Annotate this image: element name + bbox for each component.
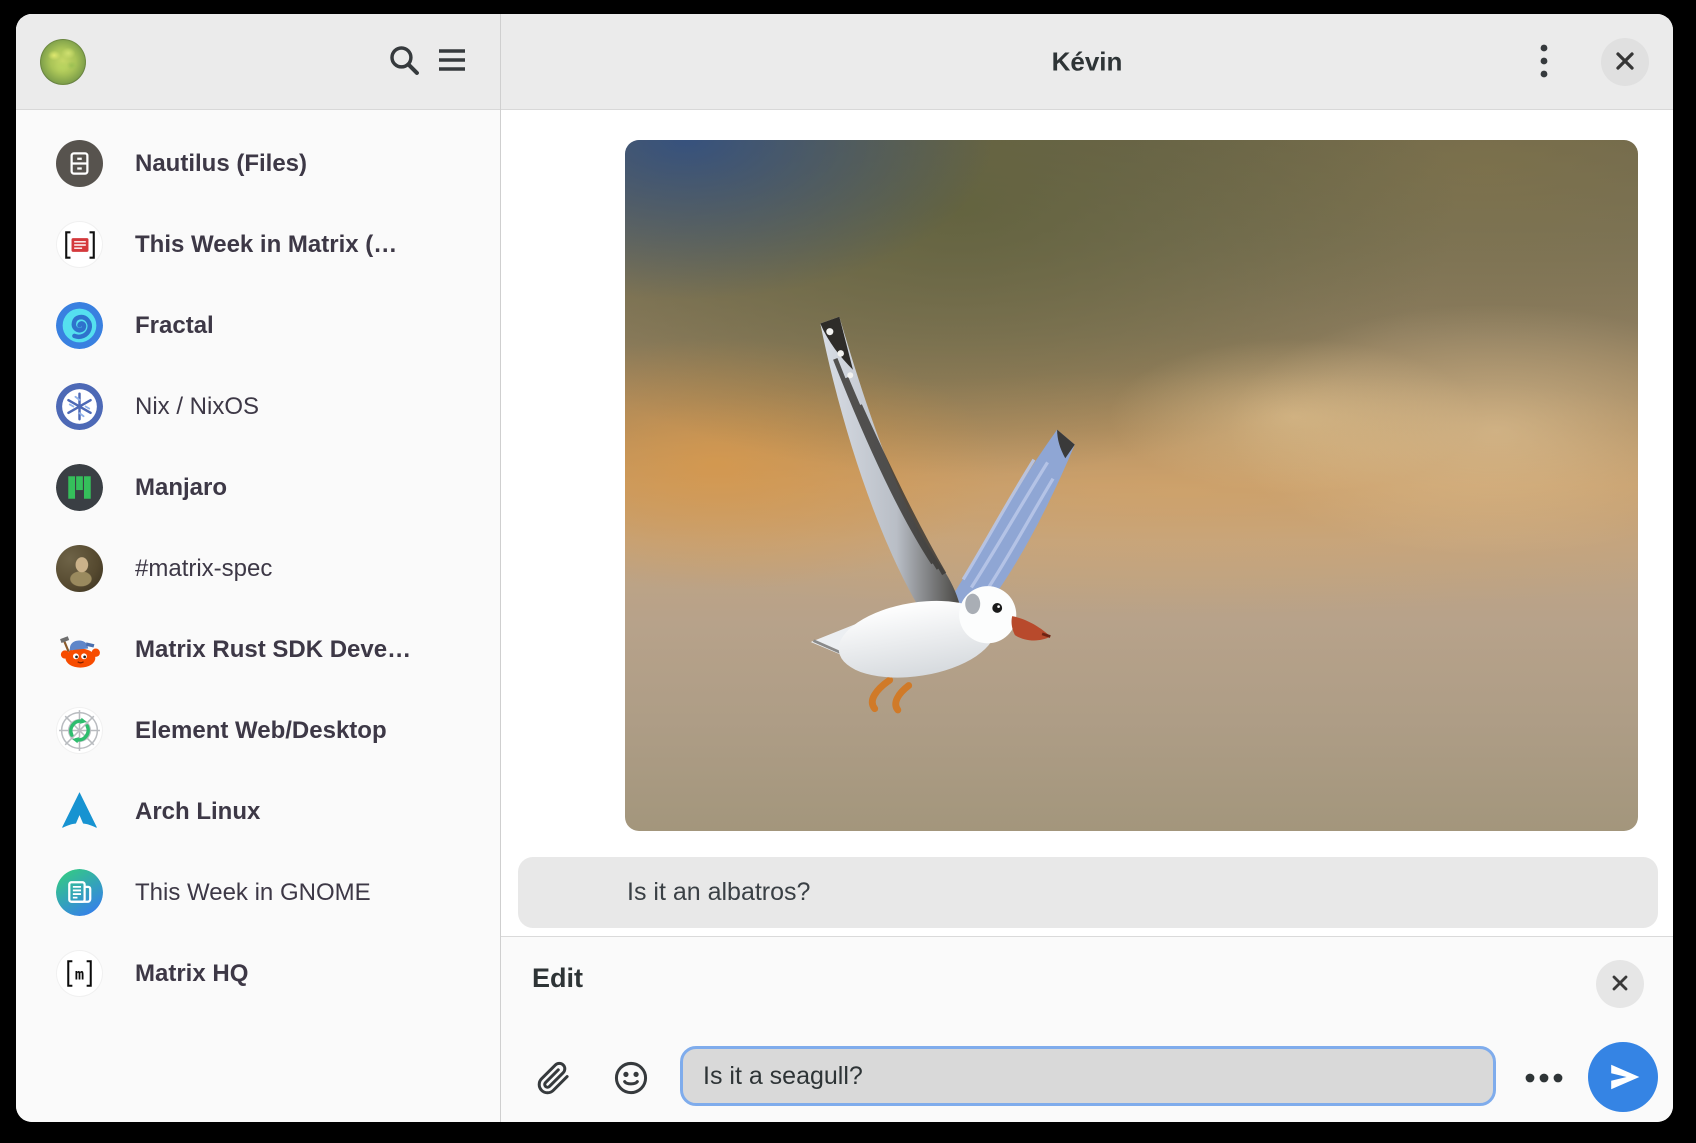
sidebar-item-fractal[interactable]: Fractal	[16, 285, 500, 366]
file-cabinet-avatar	[56, 140, 103, 187]
matrix-logo-avatar: m	[56, 950, 103, 997]
sidebar-item-nixos[interactable]: Nix / NixOS	[16, 366, 500, 447]
sidebar-item-twim[interactable]: This Week in Matrix (…	[16, 204, 500, 285]
message-composer: Edit	[501, 936, 1673, 1122]
window-close-button[interactable]	[1601, 38, 1649, 86]
message-text: Is it an albatros?	[627, 878, 810, 907]
close-icon	[1614, 50, 1636, 75]
ferris-crab-avatar	[56, 626, 103, 673]
chat-header: Kévin	[501, 14, 1673, 110]
manjaro-logo-avatar	[56, 464, 103, 511]
send-button[interactable]	[1588, 1042, 1658, 1112]
twig-newspaper-avatar	[56, 869, 103, 916]
sidebar-item-arch[interactable]: Arch Linux	[16, 771, 500, 852]
room-label: #matrix-spec	[135, 555, 272, 583]
room-label: This Week in GNOME	[135, 879, 371, 907]
nixos-snowflake-avatar	[56, 383, 103, 430]
image-message[interactable]	[625, 140, 1638, 831]
sidebar-item-manjaro[interactable]: Manjaro	[16, 447, 500, 528]
room-label: Nautilus (Files)	[135, 150, 307, 178]
sidebar-header	[16, 14, 500, 110]
room-label: Element Web/Desktop	[135, 717, 387, 745]
account-avatar[interactable]	[40, 39, 86, 85]
main-menu-button[interactable]	[428, 38, 476, 86]
close-icon	[1611, 974, 1629, 995]
edit-mode-label: Edit	[532, 963, 583, 994]
sidebar-item-rust-sdk[interactable]: Matrix Rust SDK Deve…	[16, 609, 500, 690]
chat-title: Kévin	[1052, 46, 1123, 77]
hamburger-menu-icon	[435, 46, 469, 77]
text-message-bubble[interactable]: Is it an albatros?	[518, 857, 1658, 928]
fractal-window: Nautilus (Files) This Week in Matrix (… …	[16, 14, 1673, 1122]
sidebar-item-matrix-spec[interactable]: #matrix-spec	[16, 528, 500, 609]
cancel-edit-button[interactable]	[1596, 960, 1644, 1008]
more-options-button[interactable]	[1518, 1058, 1570, 1098]
arch-logo-avatar	[56, 788, 103, 835]
sidebar-item-nautilus[interactable]: Nautilus (Files)	[16, 123, 500, 204]
room-label: Arch Linux	[135, 798, 260, 826]
paperclip-icon	[535, 1060, 571, 1099]
fractal-spiral-avatar	[56, 302, 103, 349]
room-label: Matrix HQ	[135, 960, 248, 988]
room-label: Matrix Rust SDK Deve…	[135, 636, 411, 664]
person-photo-avatar	[56, 545, 103, 592]
emoji-button[interactable]	[611, 1059, 651, 1099]
room-label: Manjaro	[135, 474, 227, 502]
attach-file-button[interactable]	[533, 1059, 573, 1099]
search-icon	[386, 42, 422, 81]
room-label: Fractal	[135, 312, 214, 340]
sidebar-item-element[interactable]: Element Web/Desktop	[16, 690, 500, 771]
sidebar: Nautilus (Files) This Week in Matrix (… …	[16, 14, 501, 1122]
message-history: Is it an albatros?	[501, 110, 1673, 936]
sidebar-item-twig[interactable]: This Week in GNOME	[16, 852, 500, 933]
room-label: Nix / NixOS	[135, 393, 259, 421]
send-paper-plane-icon	[1608, 1060, 1642, 1094]
seagull-illustration	[777, 299, 1111, 748]
sidebar-item-matrix-hq[interactable]: m Matrix HQ	[16, 933, 500, 1014]
element-web-avatar	[56, 707, 103, 754]
horizontal-dots-icon	[1523, 1071, 1565, 1086]
search-button[interactable]	[380, 38, 428, 86]
room-list: Nautilus (Files) This Week in Matrix (… …	[16, 110, 500, 1014]
smiley-icon	[612, 1059, 650, 1100]
room-label: This Week in Matrix (…	[135, 231, 397, 259]
room-menu-button[interactable]	[1520, 38, 1568, 86]
chat-pane: Kévin	[501, 14, 1673, 1122]
kebab-menu-icon	[1539, 43, 1549, 82]
message-input[interactable]	[680, 1046, 1496, 1106]
twim-logo-avatar	[56, 221, 103, 268]
svg-text:m: m	[75, 966, 84, 984]
